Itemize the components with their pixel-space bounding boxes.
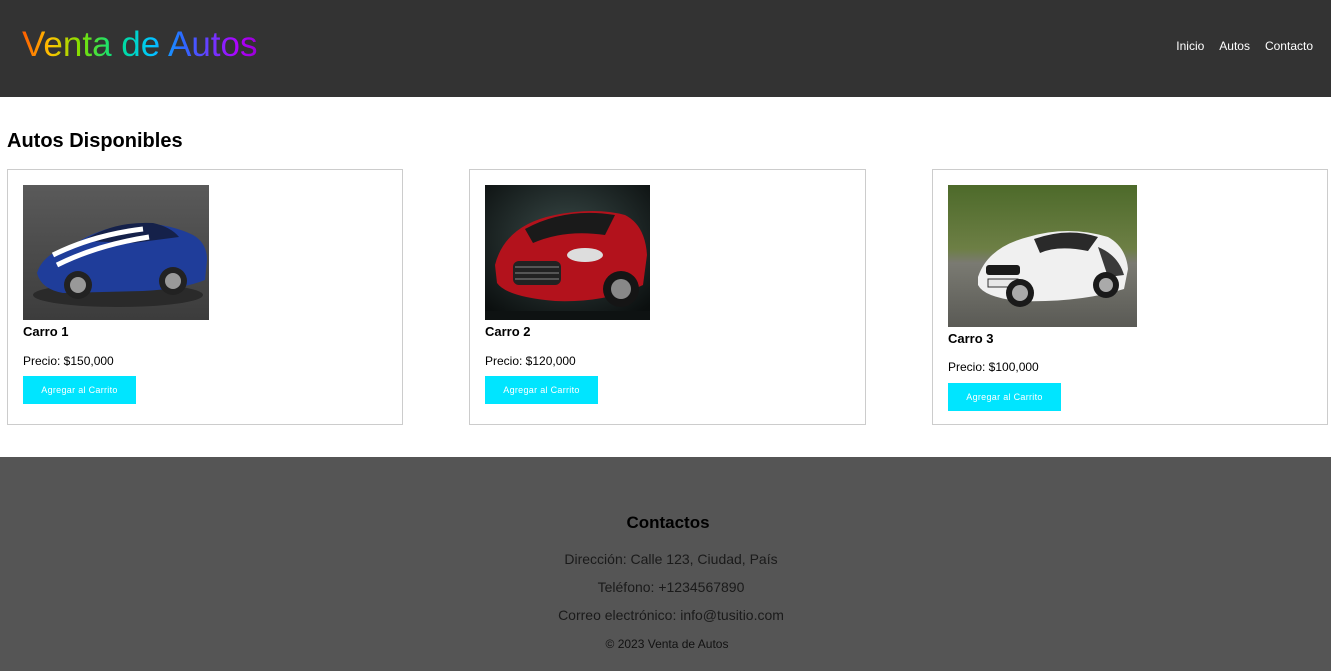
add-to-cart-button[interactable]: Agregar al Carrito — [948, 383, 1061, 411]
site-footer: Contactos Dirección: Calle 123, Ciudad, … — [0, 457, 1331, 671]
car-name: Carro 3 — [948, 331, 994, 346]
footer-email: Correo electrónico: info@tusitio.com — [558, 607, 784, 623]
blue-sports-car-image — [23, 185, 209, 320]
footer-title: Contactos — [626, 513, 710, 532]
car-card: Carro 3 Precio: $100,000 Agregar al Carr… — [932, 169, 1328, 425]
nav-link-inicio[interactable]: Inicio — [1176, 38, 1204, 54]
car-name: Carro 1 — [23, 324, 69, 339]
car-price: Precio: $150,000 — [23, 354, 114, 368]
white-sports-car-image — [948, 185, 1137, 327]
nav-link-autos[interactable]: Autos — [1219, 38, 1250, 54]
footer-copyright: © 2023 Venta de Autos — [605, 637, 729, 651]
car-card: Carro 1 Precio: $150,000 Agregar al Carr… — [7, 169, 403, 425]
site-logo[interactable]: Venta de Autos — [22, 25, 257, 65]
footer-phone: Teléfono: +1234567890 — [597, 579, 745, 595]
car-name: Carro 2 — [485, 324, 531, 339]
add-to-cart-button[interactable]: Agregar al Carrito — [485, 376, 598, 404]
site-header: Venta de Autos Inicio Autos Contacto — [0, 0, 1331, 97]
add-to-cart-button[interactable]: Agregar al Carrito — [23, 376, 136, 404]
car-price: Precio: $120,000 — [485, 354, 576, 368]
car-card: Carro 2 Precio: $120,000 Agregar al Carr… — [469, 169, 866, 425]
nav-link-contacto[interactable]: Contacto — [1265, 38, 1313, 54]
section-title: Autos Disponibles — [7, 130, 183, 152]
main-nav: Inicio Autos Contacto — [1176, 38, 1313, 54]
red-concept-car-image — [485, 185, 650, 320]
car-price: Precio: $100,000 — [948, 360, 1039, 374]
footer-address: Dirección: Calle 123, Ciudad, País — [564, 551, 778, 567]
